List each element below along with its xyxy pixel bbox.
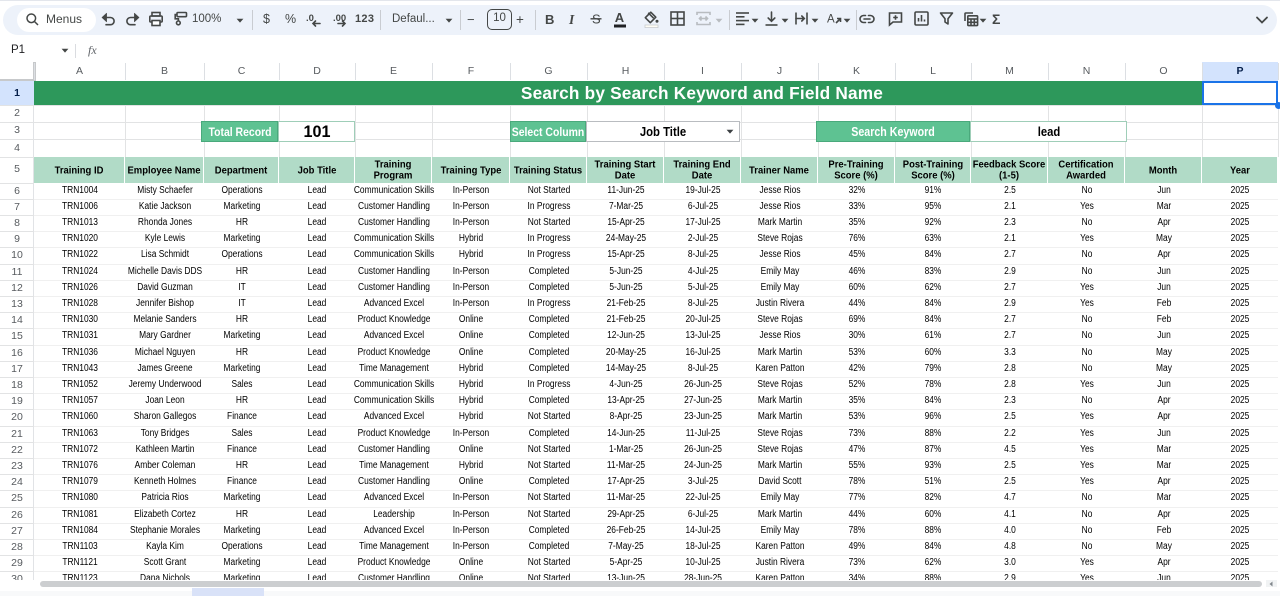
svg-text:A: A	[827, 14, 835, 26]
svg-text:.0: .0	[306, 13, 314, 24]
svg-text:A: A	[615, 10, 625, 25]
